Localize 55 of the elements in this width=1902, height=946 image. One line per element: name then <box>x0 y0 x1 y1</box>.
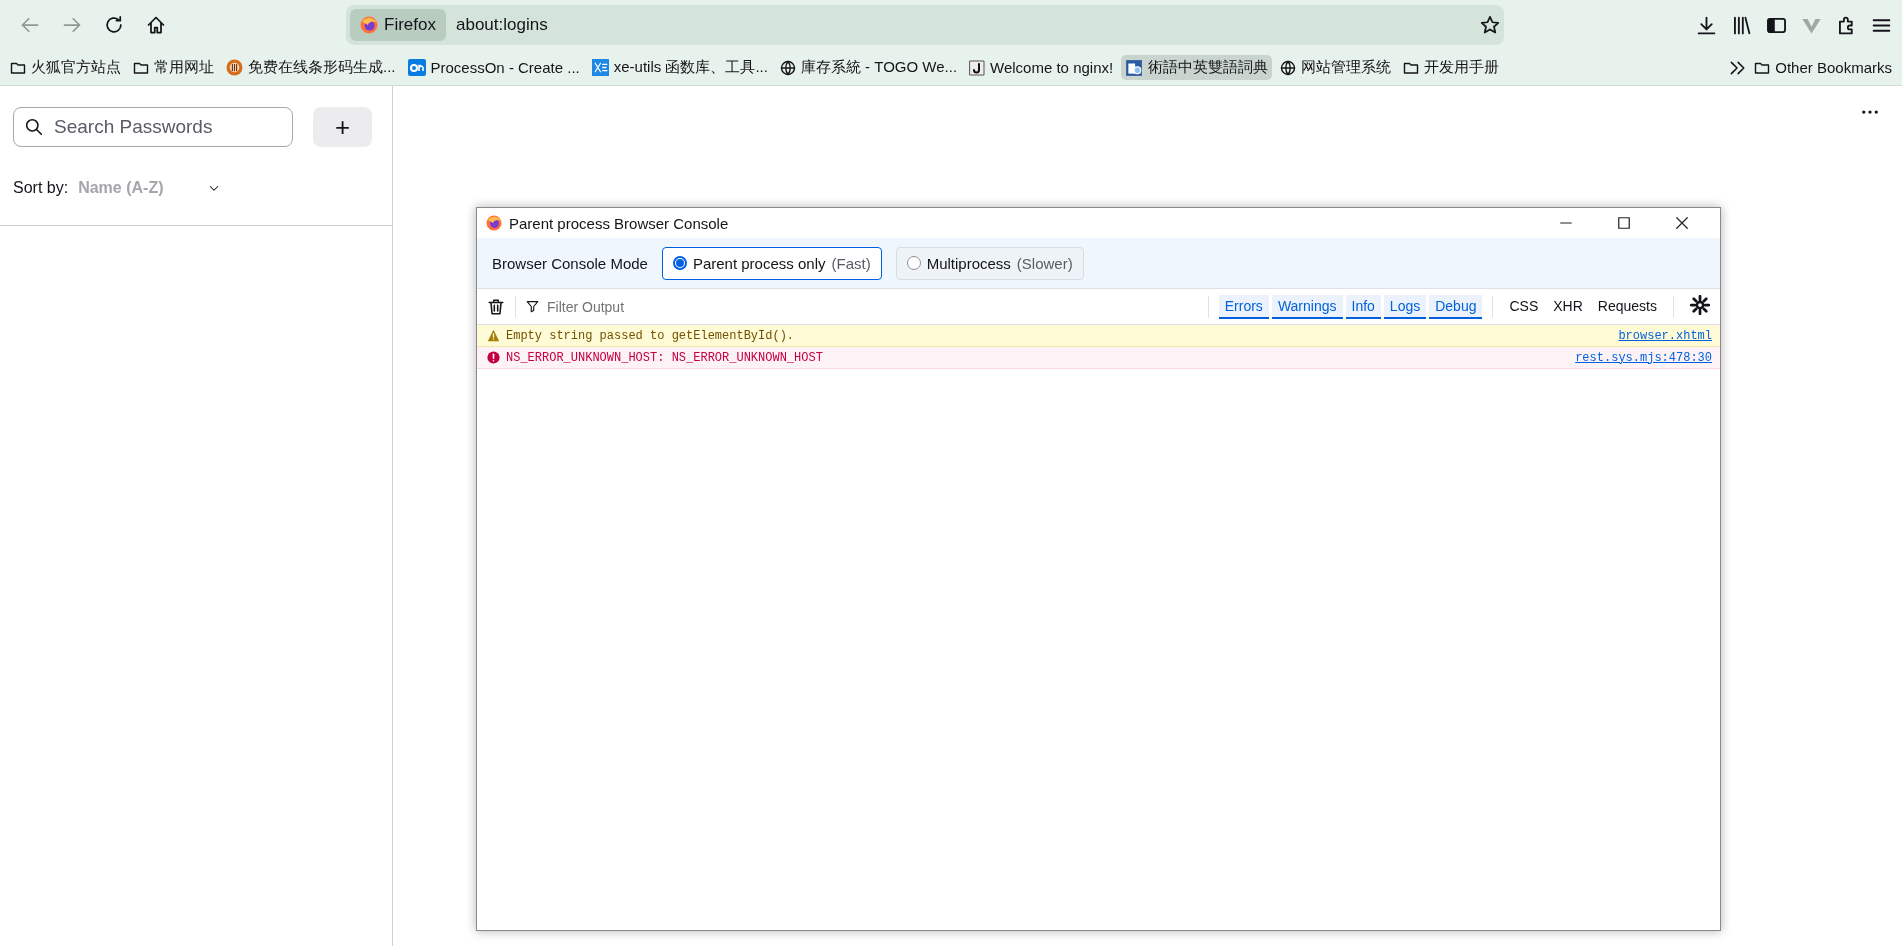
fox-logo-icon <box>486 215 502 231</box>
filter-toggle[interactable]: Warnings <box>1271 294 1343 319</box>
identity-button[interactable]: Firefox <box>350 9 446 41</box>
source-link[interactable]: rest.sys.mjs:478:30 <box>1575 350 1712 365</box>
close-icon[interactable] <box>1675 216 1689 230</box>
filter-toggle[interactable]: Requests <box>1591 294 1663 319</box>
window-title: Parent process Browser Console <box>509 214 729 232</box>
message-text: Empty string passed to getElementById(). <box>506 328 796 343</box>
funnel-icon <box>526 300 539 313</box>
filter-toggle[interactable]: Debug <box>1429 294 1483 319</box>
search-icon <box>25 118 43 136</box>
bookmark[interactable]: 常用网址 <box>129 55 218 80</box>
sort-label: Sort by: <box>13 179 69 197</box>
filter-toggle[interactable]: Logs <box>1383 294 1427 319</box>
home-icon[interactable] <box>146 15 166 35</box>
settings-icon[interactable] <box>1690 295 1710 315</box>
message-text: NS_ERROR_UNKNOWN_HOST: NS_ERROR_UNKNOWN_HOST <box>506 350 824 365</box>
j-tile-icon <box>969 59 986 76</box>
bookmark[interactable]: 免费在线条形码生成... <box>222 55 400 80</box>
mode-option[interactable]: Parent process only (Fast) <box>661 246 882 280</box>
bookmark[interactable]: Other Bookmarks <box>1750 56 1896 79</box>
download-icon[interactable] <box>1696 14 1717 36</box>
mode-label: Browser Console Mode <box>492 254 648 272</box>
bookmark[interactable]: Welcome to nginx! <box>965 56 1118 79</box>
mode-option[interactable]: Multiprocess (Slower) <box>895 246 1084 280</box>
xe-logo-icon <box>591 59 609 76</box>
bookmark[interactable]: ProcessOn - Create ... <box>403 56 584 79</box>
search-field[interactable]: Search Passwords <box>13 107 293 147</box>
badge-icon <box>226 59 243 76</box>
filter-toggle[interactable]: Errors <box>1218 294 1269 319</box>
bookmark[interactable]: 庫存系統 - TOGO We... <box>775 55 962 80</box>
book-icon <box>1125 58 1144 77</box>
url-text: about:logins <box>455 15 549 35</box>
address-bar[interactable]: Firefox about:logins <box>346 5 1504 45</box>
bookmark[interactable]: 开发用手册 <box>1399 55 1504 80</box>
bookmark[interactable]: xe-utils 函数库、工具... <box>587 55 772 80</box>
trash-icon[interactable] <box>487 297 505 316</box>
error-icon <box>487 351 500 364</box>
reload-icon[interactable] <box>104 15 124 35</box>
filter-toggle[interactable]: CSS <box>1503 294 1545 319</box>
warning-icon <box>487 329 500 342</box>
star-icon[interactable] <box>1480 15 1500 35</box>
on-logo-icon <box>407 59 426 76</box>
maximize-icon[interactable] <box>1617 216 1631 230</box>
filter-toggle[interactable]: XHR <box>1547 294 1589 319</box>
bookmark[interactable]: 術語中英雙語詞典 <box>1121 55 1273 80</box>
add-button[interactable]: + <box>313 107 372 147</box>
bookmark[interactable]: 火狐官方站点 <box>6 55 125 80</box>
bookmark[interactable]: 网站管理系统 <box>1276 55 1396 80</box>
globe-icon <box>1280 59 1297 76</box>
library-icon[interactable] <box>1731 14 1752 36</box>
source-link[interactable]: browser.xhtml <box>1618 328 1712 343</box>
fox-logo-icon <box>360 16 378 34</box>
filter-toggle[interactable]: Info <box>1345 294 1381 319</box>
globe-icon <box>779 59 796 76</box>
